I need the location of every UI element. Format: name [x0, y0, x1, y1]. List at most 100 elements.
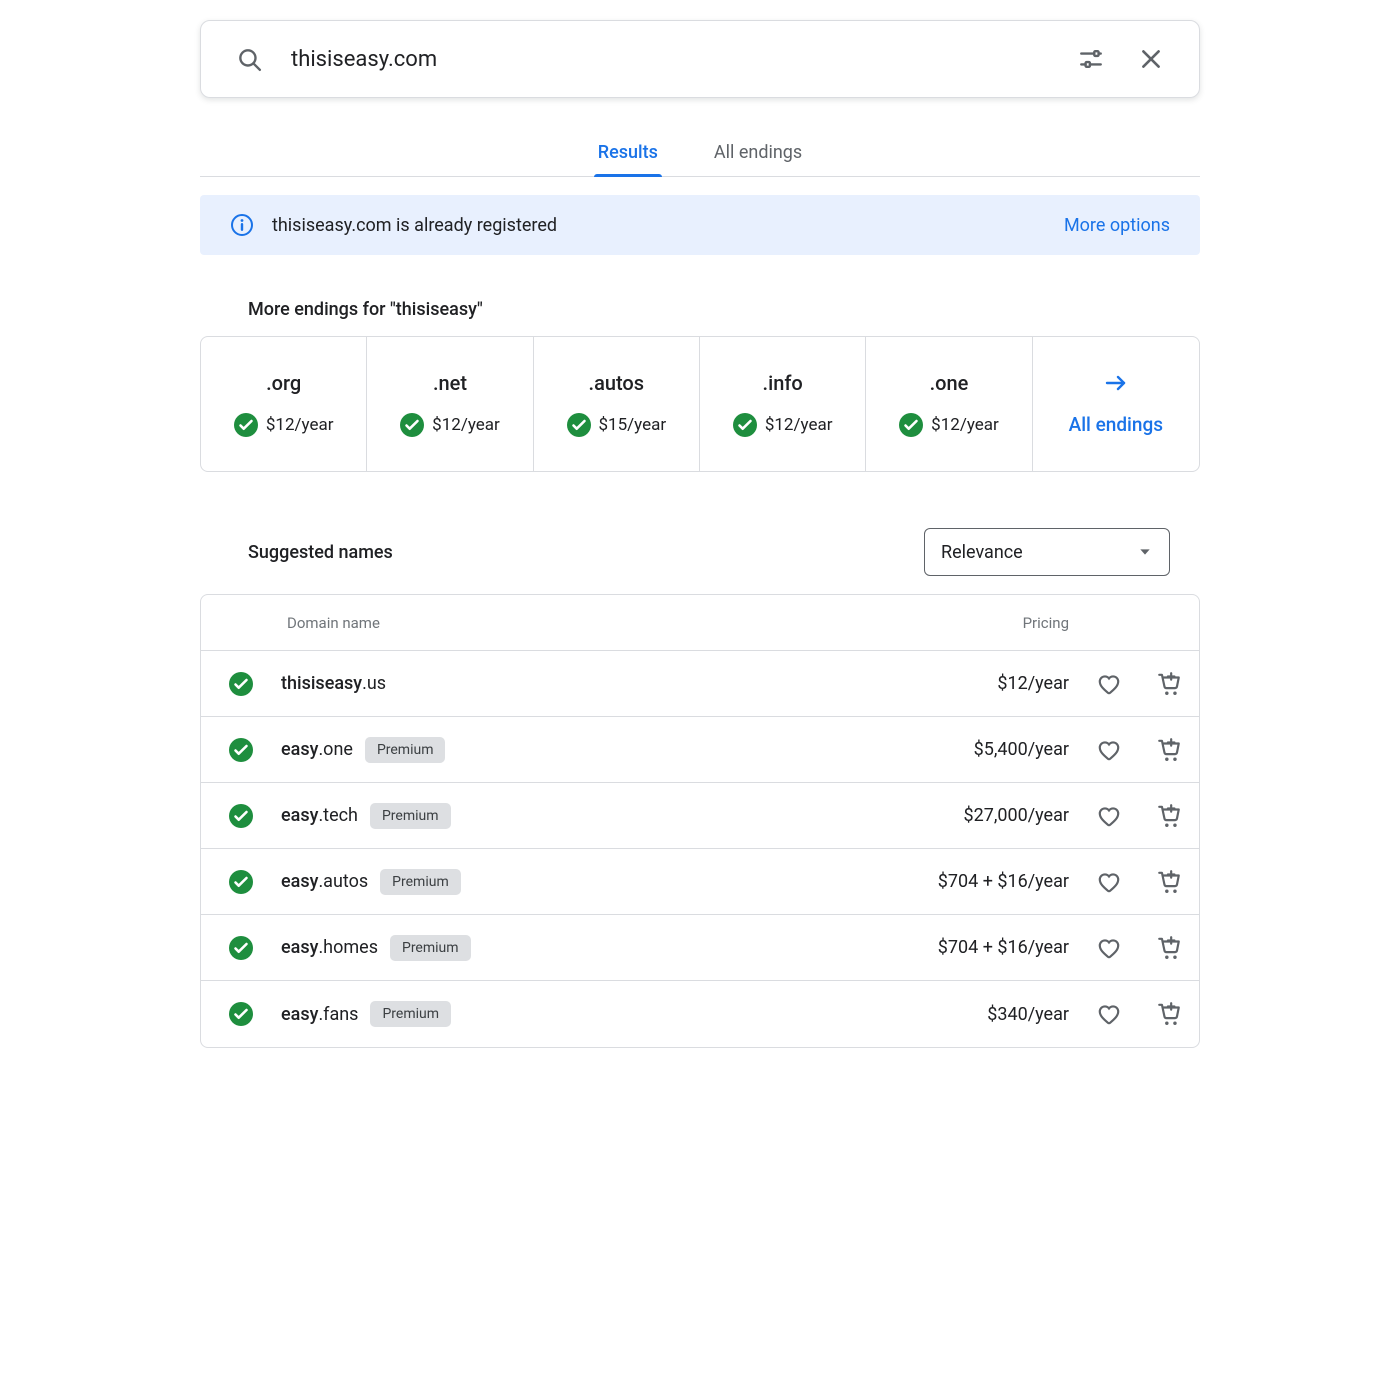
price-cell: $340/year: [859, 1004, 1079, 1025]
add-to-cart-button[interactable]: [1149, 862, 1189, 902]
tabs: Results All endings: [200, 130, 1200, 177]
ending-price-row: $12/year: [733, 413, 833, 437]
check-icon: [899, 413, 923, 437]
add-to-cart-button[interactable]: [1149, 796, 1189, 836]
domain-cell: easy.one Premium: [281, 737, 859, 763]
more-options-link[interactable]: More options: [1064, 215, 1170, 236]
check-icon: [400, 413, 424, 437]
domain-cell: easy.tech Premium: [281, 803, 859, 829]
domain-cell: easy.homesPremium: [281, 935, 859, 961]
table-row[interactable]: thisiseasy.us$12/year: [201, 651, 1199, 717]
premium-badge: Premium: [370, 803, 451, 829]
add-to-cart-button[interactable]: [1149, 730, 1189, 770]
price-cell: $704 + $16/year: [859, 937, 1079, 958]
divider: [200, 176, 1200, 177]
sort-dropdown[interactable]: Relevance: [924, 528, 1170, 576]
ending-tld: .info: [763, 371, 803, 395]
ending-price: $12/year: [765, 415, 833, 435]
check-icon: [229, 804, 253, 828]
domain-ext: .fans: [318, 1004, 358, 1025]
suggested-header: Suggested names Relevance: [200, 528, 1200, 576]
ending-price: $15/year: [599, 415, 667, 435]
table-row[interactable]: easy.fans Premium $340/year: [201, 981, 1199, 1047]
table-header: Domain name Pricing: [201, 595, 1199, 651]
ending-card[interactable]: .net $12/year: [367, 337, 533, 471]
table-row[interactable]: easy.one Premium $5,400/year: [201, 717, 1199, 783]
search-icon: [229, 39, 269, 79]
check-icon: [567, 413, 591, 437]
ending-tld: .org: [266, 371, 301, 395]
table-row[interactable]: easy.tech Premium $27,000/year: [201, 783, 1199, 849]
ending-price-row: $12/year: [899, 413, 999, 437]
check-icon: [229, 1002, 253, 1026]
registered-banner: thisiseasy.com is already registered Mor…: [200, 195, 1200, 255]
ending-price-row: $15/year: [567, 413, 667, 437]
info-icon: [230, 213, 254, 237]
tab-all-endings[interactable]: All endings: [710, 130, 806, 177]
check-icon: [733, 413, 757, 437]
ending-price: $12/year: [432, 415, 500, 435]
column-domain-name: Domain name: [281, 614, 859, 632]
ending-tld: .net: [433, 371, 467, 395]
domain-sld: easy: [281, 871, 318, 892]
domain-ext: .tech: [318, 805, 358, 826]
ending-card[interactable]: .one $12/year: [866, 337, 1032, 471]
ending-card[interactable]: .info $12/year: [700, 337, 866, 471]
domain-sld: easy: [281, 1004, 318, 1025]
domain-sld: easy: [281, 805, 318, 826]
premium-badge: Premium: [380, 869, 461, 895]
add-to-cart-button[interactable]: [1149, 928, 1189, 968]
clear-button[interactable]: [1131, 39, 1171, 79]
check-icon: [229, 870, 253, 894]
domain-ext: .us: [362, 673, 386, 694]
favorite-button[interactable]: [1089, 862, 1129, 902]
favorite-button[interactable]: [1089, 796, 1129, 836]
search-input[interactable]: [289, 46, 1051, 73]
domain-sld: easy: [281, 739, 318, 760]
price-cell: $5,400/year: [859, 739, 1079, 760]
caret-down-icon: [1137, 544, 1153, 560]
premium-badge: Premium: [365, 737, 446, 763]
table-row[interactable]: easy.autos Premium $704 + $16/year: [201, 849, 1199, 915]
banner-text: thisiseasy.com is already registered: [272, 215, 557, 236]
more-endings-title: More endings for "thisiseasy": [248, 299, 1200, 320]
ending-card[interactable]: .org$12/year: [201, 337, 367, 471]
check-icon: [229, 936, 253, 960]
price-cell: $27,000/year: [859, 805, 1079, 826]
check-icon: [229, 738, 253, 762]
favorite-button[interactable]: [1089, 994, 1129, 1034]
price-cell: $12/year: [859, 673, 1079, 694]
tab-results[interactable]: Results: [594, 130, 662, 177]
add-to-cart-button[interactable]: [1149, 994, 1189, 1034]
suggested-title: Suggested names: [248, 542, 393, 563]
all-endings-label: All endings: [1069, 413, 1163, 436]
price-cell: $704 + $16/year: [859, 871, 1079, 892]
domain-sld: thisiseasy: [281, 673, 362, 694]
favorite-button[interactable]: [1089, 928, 1129, 968]
favorite-button[interactable]: [1089, 664, 1129, 704]
ending-card[interactable]: .autos $15/year: [534, 337, 700, 471]
filters-button[interactable]: [1071, 39, 1111, 79]
ending-price: $12/year: [931, 415, 999, 435]
domain-ext: .homes: [318, 937, 378, 958]
premium-badge: Premium: [390, 935, 471, 961]
table-row[interactable]: easy.homesPremium$704 + $16/year: [201, 915, 1199, 981]
check-icon: [229, 672, 253, 696]
suggested-table: Domain name Pricing thisiseasy.us$12/yea…: [200, 594, 1200, 1048]
domain-ext: .one: [318, 739, 353, 760]
ending-price-row: $12/year: [400, 413, 500, 437]
ending-tld: .autos: [589, 371, 645, 395]
domain-cell: thisiseasy.us: [281, 673, 859, 694]
favorite-button[interactable]: [1089, 730, 1129, 770]
domain-ext: .autos: [318, 871, 368, 892]
search-bar: [200, 20, 1200, 98]
all-endings-card[interactable]: All endings: [1033, 337, 1199, 471]
check-icon: [234, 413, 258, 437]
premium-badge: Premium: [370, 1001, 451, 1027]
column-pricing: Pricing: [859, 614, 1079, 632]
sort-value: Relevance: [941, 542, 1023, 563]
add-to-cart-button[interactable]: [1149, 664, 1189, 704]
arrow-right-icon: [1104, 371, 1128, 395]
ending-tld: .one: [930, 371, 969, 395]
domain-cell: easy.autos Premium: [281, 869, 859, 895]
